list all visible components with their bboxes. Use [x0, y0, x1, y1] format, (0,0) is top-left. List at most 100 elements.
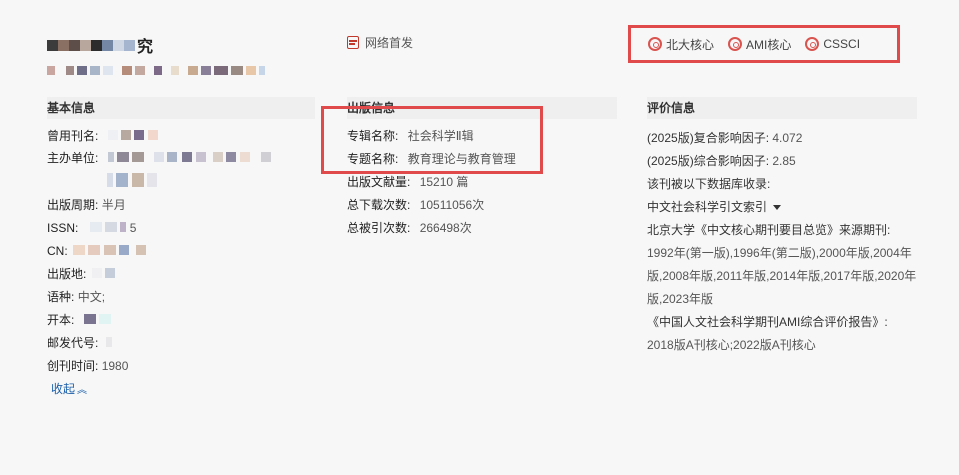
founded-value: 1980 [101, 359, 129, 373]
online-first[interactable]: 网络首发 [347, 34, 413, 51]
redacted-block [77, 66, 87, 75]
sponsor-label: 主办单位: [47, 151, 99, 165]
cycle-value: 半月 [101, 198, 126, 212]
redacted-block [122, 66, 132, 75]
medal-icon [728, 36, 743, 52]
redacted-block [201, 66, 211, 75]
integrated-if-row: (2025版)综合影响因子: 2.85 [647, 152, 796, 169]
badge-label: AMI核心 [746, 37, 792, 52]
downloads-label: 总下载次数: [347, 198, 411, 212]
citations-row: 总被引次数: 266498次 [347, 221, 472, 236]
redacted-block [171, 66, 179, 75]
topic-value: 教育理论与教育管理 [407, 152, 516, 166]
cycle-row: 出版周期: 半月 [47, 198, 126, 213]
core-badges-highlight: 北大核心 AMI核心 CSSCI [628, 25, 900, 63]
collapse-toggle[interactable]: 收起 ︽ [51, 380, 87, 397]
album-value: 社会科学Ⅱ辑 [407, 129, 474, 143]
format-row: 开本: [47, 313, 112, 328]
language-value: 中文; [77, 290, 106, 304]
album-row: 专辑名称: 社会科学Ⅱ辑 [347, 129, 474, 144]
pku-editions-line2: 版,2008年版,2011年版,2014年版,2017年版,2020年 [647, 269, 917, 283]
pku-editions-line3: 版,2023年版 [647, 292, 714, 306]
redacted-block [231, 66, 243, 75]
redacted-block [99, 314, 112, 324]
composite-if-label: (2025版)复合影响因子: [647, 131, 770, 145]
integrated-if-value: 2.85 [772, 154, 796, 168]
redacted-block [134, 130, 145, 140]
issn-row: ISSN: 5 [47, 221, 136, 236]
calendar-icon [347, 36, 359, 49]
title-suffix: 究 [137, 39, 154, 56]
badge-label: CSSCI [823, 37, 861, 51]
cn-label: CN: [47, 244, 68, 258]
citations-label: 总被引次数: [347, 221, 411, 235]
redacted-block [121, 130, 132, 140]
redacted-block [132, 152, 145, 162]
docs-value: 15210 篇 [419, 175, 469, 189]
redacted-block [153, 152, 164, 162]
badge-label: 北大核心 [666, 37, 715, 52]
badge-ami-core[interactable]: AMI核心 [728, 36, 791, 53]
language-row: 语种: 中文; [47, 290, 105, 305]
db-dropdown[interactable]: 中文社会科学引文索引 [647, 198, 782, 215]
redacted-block [83, 314, 96, 324]
redacted-block [167, 152, 178, 162]
db-label: 该刊被以下数据库收录: [647, 177, 771, 191]
composite-if-value: 4.072 [772, 131, 803, 145]
redacted-block [261, 152, 272, 162]
cn-row: CN: [47, 244, 147, 259]
redacted-block [259, 66, 265, 75]
redacted-block [90, 66, 100, 75]
sponsor-row-continued [107, 173, 158, 191]
redacted-block [119, 245, 130, 255]
redacted-block [188, 66, 198, 75]
badge-pku-core[interactable]: 北大核心 [648, 36, 714, 53]
redacted-block [182, 152, 193, 162]
redacted-block [147, 173, 158, 187]
sponsor-row: 主办单位: [47, 151, 272, 166]
redacted-block [226, 152, 237, 162]
ami-value: 2018版A刊核心;2022版A刊核心 [647, 338, 816, 352]
redacted-block [135, 66, 145, 75]
redacted-block [105, 337, 112, 347]
redacted-block [88, 245, 101, 255]
redacted-block [246, 66, 256, 75]
redacted-block [107, 173, 113, 187]
downloads-value: 10511056次 [419, 198, 485, 212]
redacted-block [102, 39, 113, 51]
redacted-block [91, 39, 102, 51]
redacted-block [73, 245, 86, 255]
redacted-block [136, 245, 147, 255]
redacted-block [91, 268, 102, 278]
db-value: 中文社会科学引文索引 [647, 200, 768, 214]
redacted-block [107, 130, 118, 140]
pku-label: 北京大学《中文核心期刊要目总览》来源期刊: [647, 223, 891, 237]
former-name-label: 曾用刊名: [47, 129, 99, 143]
place-row: 出版地: [47, 267, 116, 282]
evaluation-info-heading: 评价信息 [647, 97, 917, 119]
integrated-if-label: (2025版)综合影响因子: [647, 154, 770, 168]
redacted-block [103, 66, 113, 75]
language-label: 语种: [47, 290, 75, 304]
redacted-block [80, 39, 91, 51]
double-chevron-up-icon: ︽ [77, 385, 88, 396]
citations-value: 266498次 [419, 221, 472, 235]
redacted-block [69, 39, 80, 51]
redacted-block [213, 152, 224, 162]
redacted-block [103, 245, 116, 255]
redacted-block [147, 130, 158, 140]
redacted-block [131, 173, 144, 187]
basic-info-heading: 基本信息 [47, 97, 315, 119]
medal-icon [648, 36, 662, 52]
album-label: 专辑名称: [347, 129, 399, 143]
redacted-block [120, 222, 127, 232]
redacted-block [214, 66, 228, 75]
docs-label: 出版文献量: [347, 175, 411, 189]
badge-cssci[interactable]: CSSCI [805, 36, 861, 52]
ami-label: 《中国人文社会科学期刊AMI综合评价报告》: [647, 315, 888, 329]
redacted-block [89, 222, 102, 232]
pku-editions-line1: 1992年(第一版),1996年(第二版),2000年版,2004年 [647, 246, 912, 260]
redacted-block [47, 66, 55, 75]
redacted-block [58, 39, 69, 51]
journal-subtitle [47, 66, 265, 75]
